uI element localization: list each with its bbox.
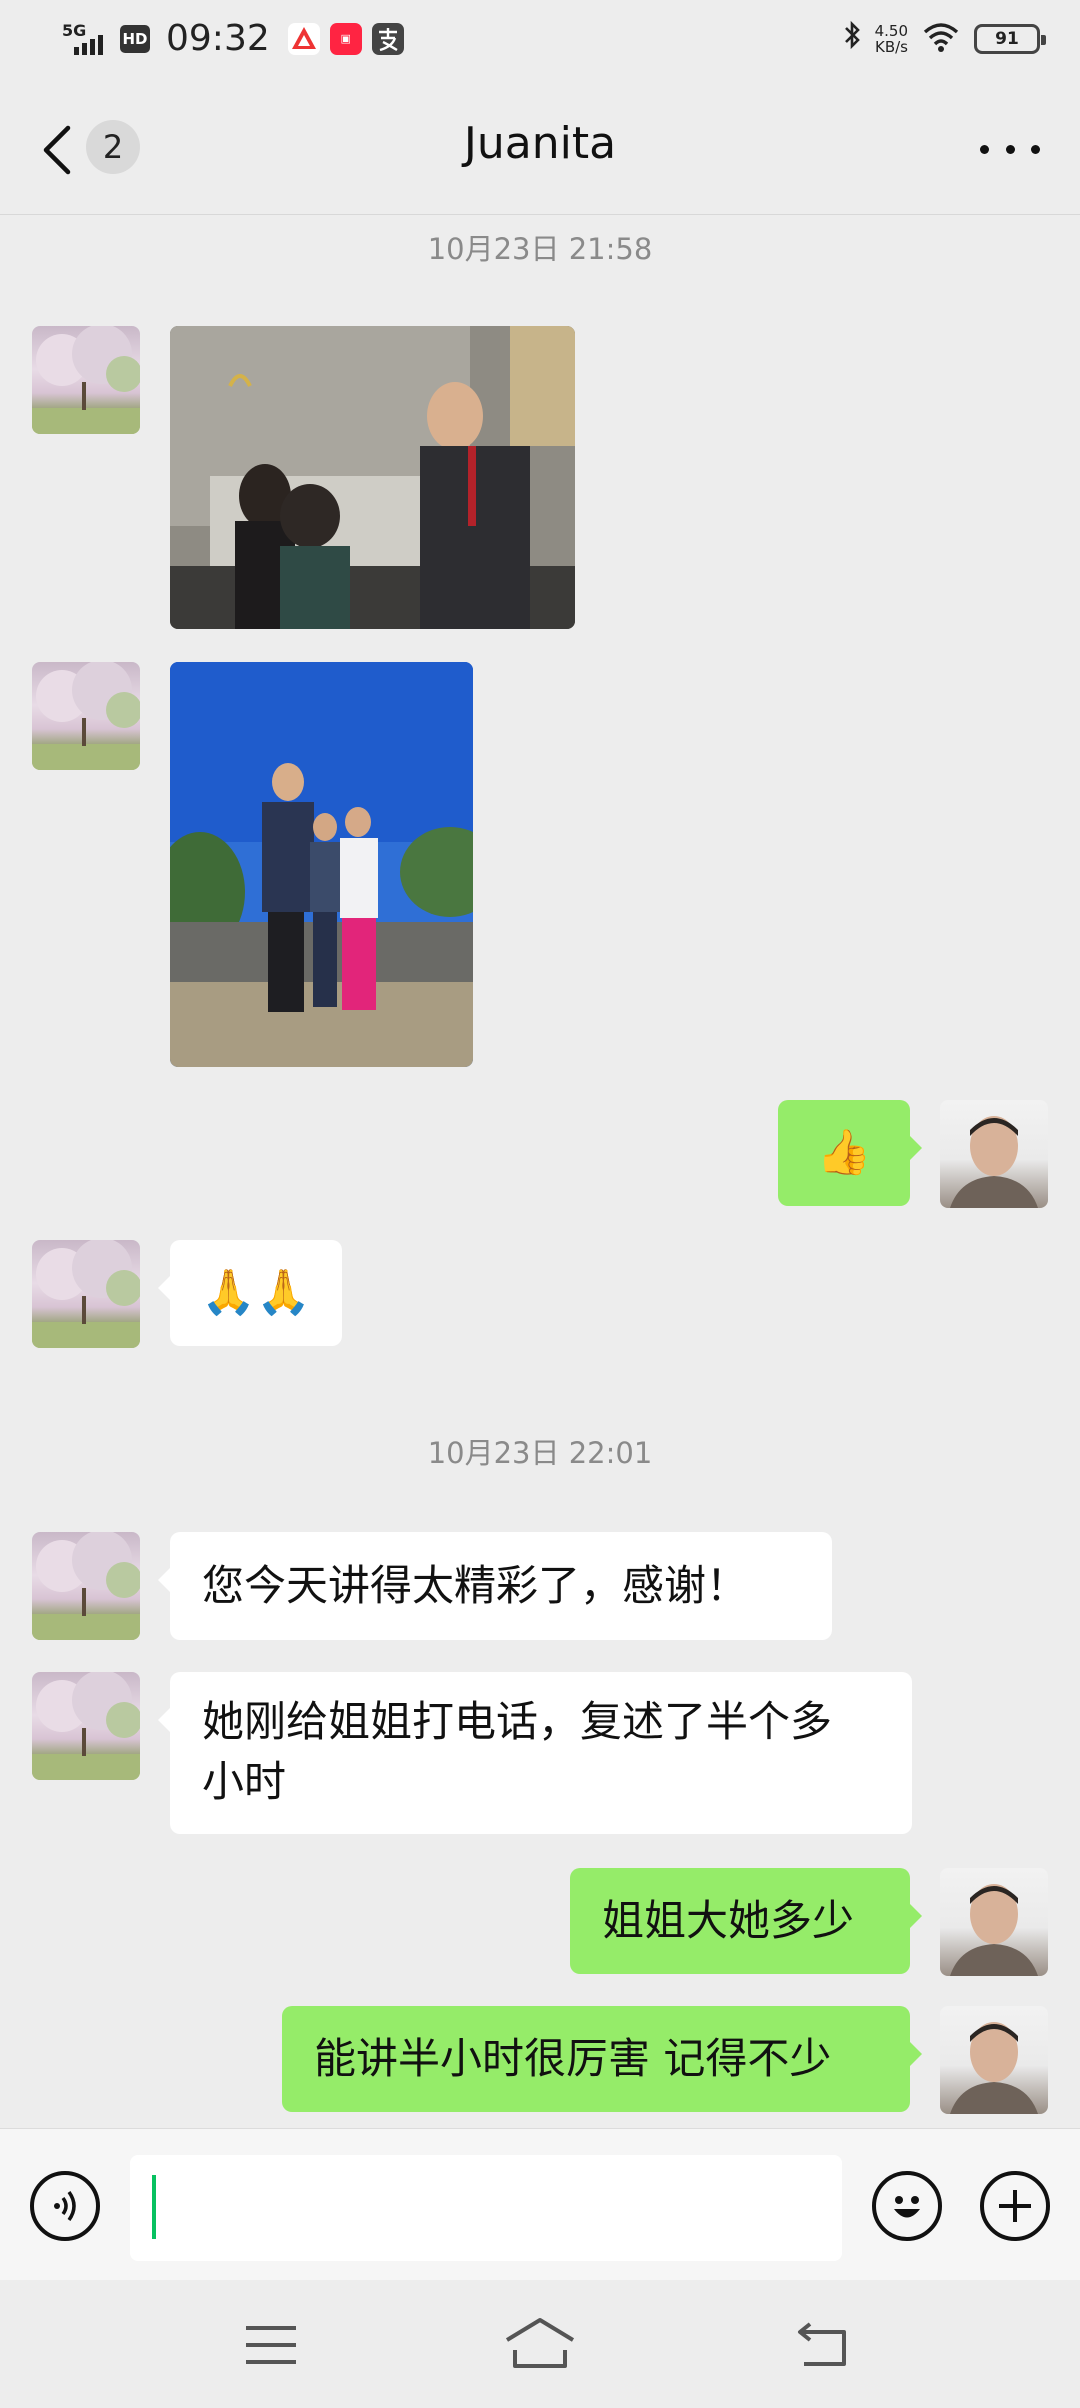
sent-message[interactable]: 能讲半小时很厉害 记得不少 — [282, 2006, 922, 2112]
wifi-icon — [922, 22, 960, 56]
network-speed: 4.50 KB/s — [874, 21, 908, 56]
sent-message-emoji[interactable]: 👍 — [778, 1100, 922, 1206]
message-text: 您今天讲得太精彩了，感谢！ — [202, 1561, 749, 1610]
contact-avatar[interactable] — [32, 1672, 140, 1780]
dot-icon — [1005, 144, 1015, 154]
back-arrow-icon — [798, 2322, 846, 2366]
more-functions-button[interactable] — [980, 2171, 1050, 2241]
clock: 09:32 — [166, 18, 270, 59]
chat-title: Juanita — [463, 118, 617, 169]
contact-avatar[interactable] — [32, 1532, 140, 1640]
contact-avatar[interactable] — [32, 662, 140, 770]
voice-icon — [54, 2190, 76, 2222]
my-avatar[interactable] — [940, 1100, 1048, 1208]
timestamp: 10月23日 21:58 — [427, 232, 653, 266]
hd-badge: HD — [120, 24, 150, 53]
notification-app-icon — [287, 22, 320, 55]
my-avatar[interactable] — [940, 1868, 1048, 1976]
bluetooth-icon — [843, 20, 861, 57]
timestamp: 10月23日 22:01 — [427, 1436, 653, 1470]
signal-icon: 5G — [62, 21, 110, 57]
contact-avatar[interactable] — [32, 1240, 140, 1348]
my-avatar[interactable] — [940, 2006, 1048, 2114]
text-caret — [152, 2175, 156, 2239]
sent-message[interactable]: 姐姐大她多少 — [570, 1868, 922, 1974]
received-message-emoji[interactable]: 🙏🙏 — [158, 1240, 342, 1346]
voice-input-button[interactable] — [30, 2171, 100, 2241]
chat-header: 2 Juanita — [0, 84, 1080, 215]
chat-photo-museum[interactable] — [170, 326, 575, 629]
chat-photo-outdoor[interactable] — [170, 662, 473, 1067]
received-message[interactable]: 她刚给姐姐打电话，复述了半个多 小时 — [158, 1672, 912, 1834]
thumbs-up-emoji: 👍 — [816, 1127, 872, 1178]
smiley-icon — [894, 2196, 920, 2218]
message-text: 姐姐大她多少 — [602, 1896, 855, 1945]
more-options-button[interactable] — [980, 124, 1040, 174]
system-navigation-bar — [0, 2280, 1080, 2408]
menu-button[interactable] — [244, 2320, 298, 2370]
xiaohongshu-icon: ▣ — [329, 22, 362, 55]
dot-icon — [1031, 144, 1040, 154]
menu-icon — [246, 2326, 296, 2364]
message-text-line: 小时 — [202, 1757, 287, 1806]
home-icon — [505, 2318, 575, 2368]
message-text: 能讲半小时很厉害 记得不少 — [314, 2034, 832, 2083]
back-nav-button[interactable] — [794, 2316, 850, 2370]
plus-icon — [999, 2190, 1031, 2222]
message-input[interactable] — [130, 2155, 842, 2261]
message-text-line: 她刚给姐姐打电话，复述了半个多 — [202, 1697, 833, 1746]
alipay-icon — [371, 22, 404, 55]
home-button[interactable] — [503, 2314, 577, 2372]
input-bar — [0, 2128, 1080, 2281]
battery-indicator: 91 — [974, 23, 1046, 54]
emoji-button[interactable] — [872, 2171, 942, 2241]
dot-icon — [980, 144, 989, 154]
folded-hands-emoji: 🙏🙏 — [201, 1267, 311, 1318]
contact-avatar[interactable] — [32, 326, 140, 434]
status-bar: 5G HD 09:32 ▣ 4.50 KB/s 91 — [0, 0, 1080, 84]
received-message[interactable]: 您今天讲得太精彩了，感谢！ — [158, 1532, 832, 1640]
